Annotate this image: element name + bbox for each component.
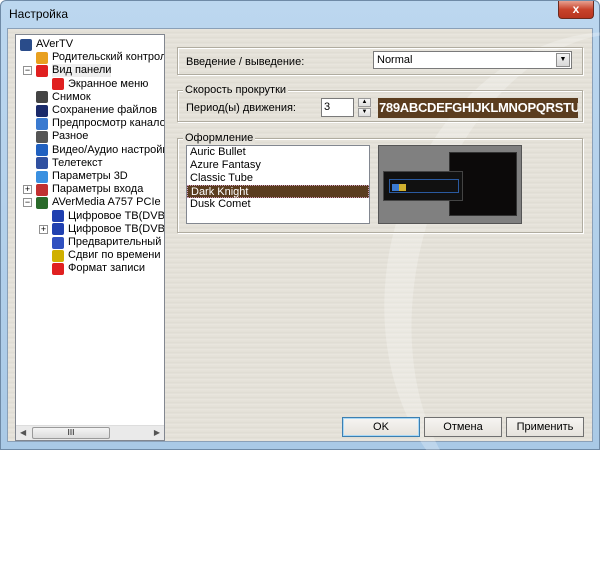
skin-option[interactable]: Azure Fantasy	[187, 159, 369, 172]
tree-item[interactable]: Формат записи	[52, 262, 145, 275]
tree-item[interactable]: Цифровое ТВ(DVB-C)	[52, 222, 165, 236]
record-icon	[52, 262, 64, 275]
tree-item-label: Параметры входа	[52, 183, 144, 196]
scroll-speed-title: Скорость прокрутки	[183, 84, 289, 96]
tree-item-label: Вид панели	[52, 64, 112, 78]
gear-icon	[36, 170, 48, 183]
floppy-icon	[36, 104, 48, 117]
tree-item-label: Разное	[52, 130, 89, 143]
tree-item[interactable]: Родительский контроль	[36, 51, 165, 64]
tree-item[interactable]: Параметры входа	[36, 183, 143, 196]
tree-item-label: Предварительный просмотр	[68, 236, 164, 248]
tree-item[interactable]: Видео/Аудио настройки	[36, 143, 165, 157]
panel-view-icon	[36, 64, 48, 77]
tree-item-label: Снимок	[52, 90, 91, 103]
skin-option[interactable]: Classic Tube	[187, 172, 369, 185]
skin-group-title: Оформление	[183, 132, 256, 144]
tree-item[interactable]: Сохранение файлов	[36, 104, 157, 117]
tree-item[interactable]: Вид панели	[36, 64, 112, 78]
close-button[interactable]: x	[558, 1, 594, 19]
tree-item-label: Экранное меню	[68, 77, 149, 90]
ok-button[interactable]: OK	[342, 417, 420, 437]
fade-label: Введение / выведение:	[186, 56, 305, 68]
tree-expander[interactable]: +	[23, 185, 32, 195]
tree-expander[interactable]: +	[39, 224, 48, 234]
tree-item[interactable]: Параметры 3D	[36, 170, 128, 183]
lock-icon	[36, 51, 48, 64]
fade-value: Normal	[377, 54, 413, 66]
chevron-down-icon[interactable]: ▼	[556, 53, 570, 67]
tree-item[interactable]: AVerMedia A757 PCIe Hybrid	[36, 196, 164, 209]
tv-channel-icon	[52, 223, 64, 236]
tree-item[interactable]: Цифровое ТВ(DVB-T)	[52, 209, 165, 223]
tree-item[interactable]: Предпросмотр каналов	[36, 117, 165, 130]
text-icon	[36, 157, 48, 170]
tree-item-label: AVerTV	[36, 38, 74, 50]
tree-item-label: Видео/Аудио настройки	[52, 143, 165, 156]
input-icon	[36, 183, 48, 196]
remote-icon	[36, 130, 48, 143]
skin-option[interactable]: Dusk Comet	[187, 198, 369, 211]
tuner-card-icon	[36, 196, 48, 209]
skin-option[interactable]: Dark Knight	[187, 185, 369, 198]
spin-down-button[interactable]: ▼	[358, 108, 371, 117]
skin-option[interactable]: Auric Bullet	[187, 146, 369, 159]
horizontal-scrollbar[interactable]: ◀ III ▶	[16, 425, 164, 440]
tree-item[interactable]: Экранное меню	[52, 78, 148, 91]
tree-expander[interactable]: −	[23, 198, 32, 208]
period-label: Период(ы) движения:	[186, 102, 296, 114]
marquee-preview: 789ABCDEFGHIJKLMNOPQRSTUVWXYZ	[378, 98, 578, 118]
avertv-icon	[20, 38, 32, 51]
tree-item-label: Цифровое ТВ(DVB-T)	[68, 209, 165, 222]
tree-item[interactable]: Снимок	[36, 91, 91, 104]
tree-item[interactable]: AVerTV	[20, 38, 73, 51]
period-input[interactable]: 3	[321, 98, 354, 117]
tree-item-label: Сохранение файлов	[52, 104, 158, 116]
window-title: Настройка	[9, 7, 69, 21]
apply-button[interactable]: Применить	[506, 417, 584, 437]
preview-icon	[52, 236, 64, 249]
settings-tree[interactable]: ◀ III ▶ AVerTV Родительский контроль Вид п…	[15, 34, 165, 441]
cancel-button[interactable]: Отмена	[424, 417, 502, 437]
camera-icon	[36, 91, 48, 104]
osd-icon	[52, 78, 64, 91]
tree-item[interactable]: Предварительный просмотр	[52, 236, 164, 249]
scroll-thumb[interactable]: III	[32, 427, 110, 439]
tree-item[interactable]: Телетекст	[36, 157, 103, 170]
tree-item-label: Сдвиг по времени	[68, 249, 161, 262]
scroll-right-arrow[interactable]: ▶	[154, 428, 160, 437]
skin-preview-image	[378, 145, 522, 224]
tree-item-label: Параметры 3D	[52, 170, 128, 182]
eye-icon	[36, 117, 48, 130]
tree-item-label: Формат записи	[68, 262, 146, 275]
scroll-left-arrow[interactable]: ◀	[20, 428, 26, 437]
tree-expander[interactable]: −	[23, 66, 32, 76]
skin-list[interactable]: Auric Bullet Azure Fantasy Classic Tube Dar…	[186, 145, 370, 224]
tree-item-label: AVerMedia A757 PCIe Hybrid	[52, 196, 164, 209]
tree-item-label: Телетекст	[52, 156, 103, 169]
spin-up-button[interactable]: ▲	[358, 98, 371, 107]
tree-item-label: Предпросмотр каналов	[52, 117, 165, 130]
tv-channel-icon	[52, 210, 64, 223]
fade-select[interactable]: Normal ▼	[373, 51, 572, 69]
tree-item-label: Родительский контроль	[52, 51, 165, 64]
timeshift-icon	[52, 249, 64, 262]
tools-icon	[36, 144, 48, 157]
tree-item[interactable]: Разное	[36, 130, 88, 143]
tree-item[interactable]: Сдвиг по времени	[52, 249, 161, 262]
tree-item-label: Цифровое ТВ(DVB-C)	[68, 222, 165, 235]
